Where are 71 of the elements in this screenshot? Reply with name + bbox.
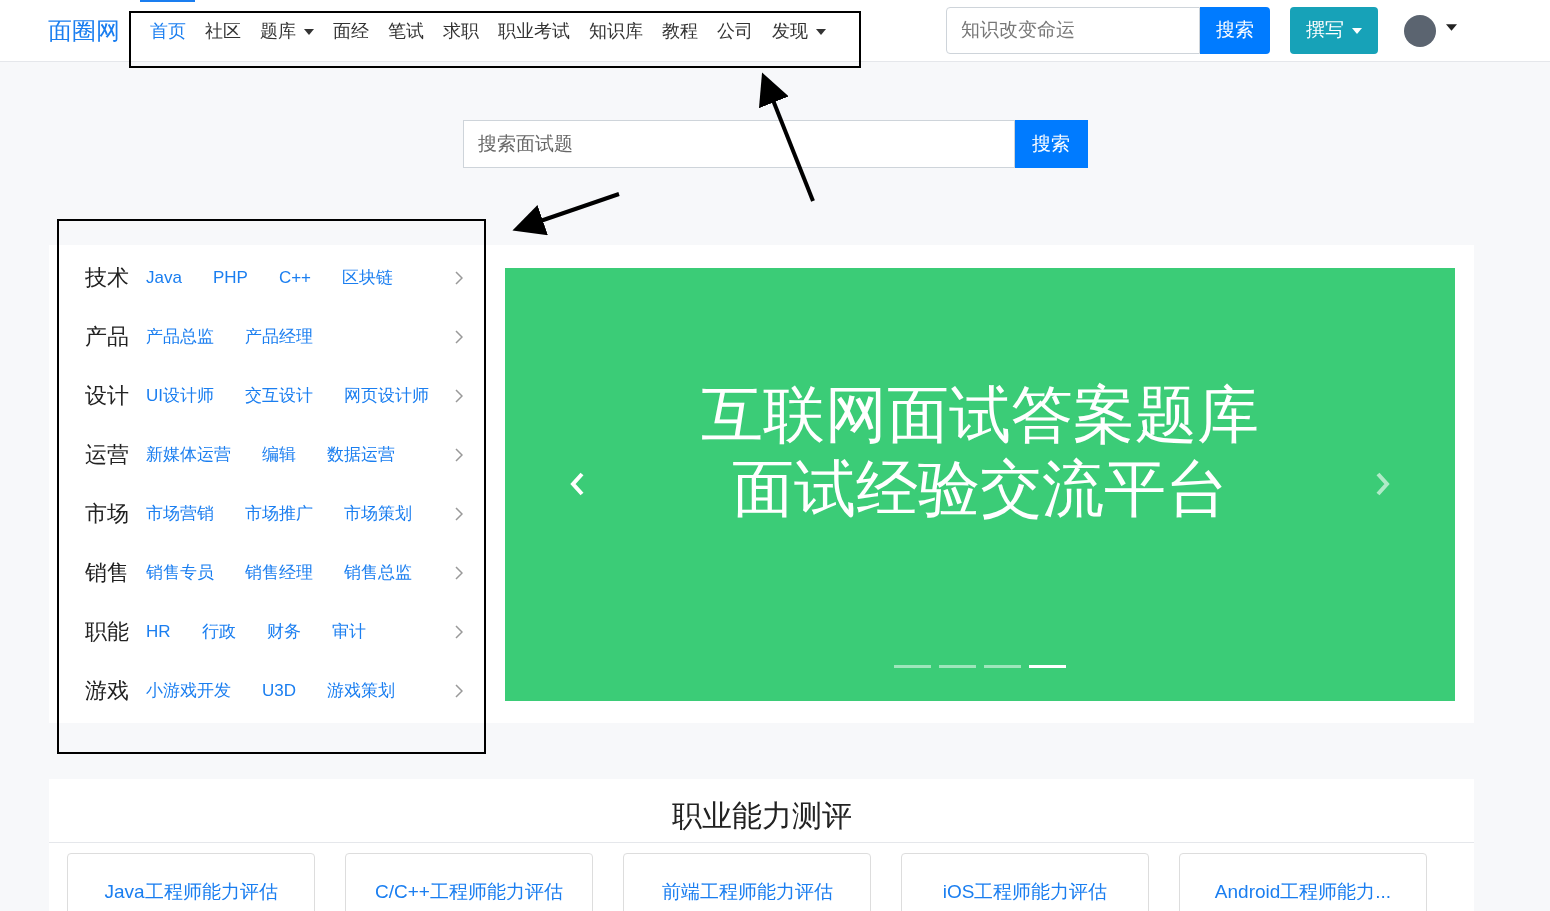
category-link[interactable]: 小游戏开发 [146, 677, 231, 704]
nav-link[interactable]: 公司 [707, 0, 762, 61]
category-link[interactable]: 行政 [201, 618, 236, 645]
category-link[interactable]: UI设计师 [146, 382, 214, 409]
chevron-right-icon[interactable] [455, 683, 463, 698]
banner-headline: 面试经验交流平台 [732, 452, 1228, 525]
category-link[interactable]: U3D [262, 677, 296, 704]
nav-link[interactable]: 首页 [140, 0, 195, 61]
caret-icon[interactable] [1446, 24, 1457, 31]
assessment-card[interactable]: iOS工程师能力评估 [901, 853, 1149, 911]
category-title: 游戏 [85, 677, 130, 705]
category-link[interactable]: 产品经理 [245, 323, 313, 350]
site-logo[interactable]: 面圈网 [48, 12, 120, 49]
category-link[interactable]: 销售总监 [344, 559, 412, 586]
search-field[interactable]: 知识改变命运 [946, 7, 1200, 54]
category-link[interactable]: 市场营销 [146, 500, 214, 527]
category-link[interactable]: 产品总监 [146, 323, 214, 350]
category-link[interactable]: 网页设计师 [344, 382, 429, 409]
nav-link[interactable]: 职业考试 [488, 0, 579, 61]
assessment-card[interactable]: C/C++工程师能力评估 [345, 853, 593, 911]
category-title: 运营 [85, 441, 130, 469]
chevron-left-icon[interactable] [569, 471, 585, 496]
nav-link[interactable]: 题库 [250, 0, 323, 61]
search-button[interactable]: 搜索 [1014, 120, 1088, 168]
category-link[interactable]: Java [146, 264, 182, 291]
avatar[interactable] [1404, 14, 1436, 47]
section-title: 职业能力测评 [671, 798, 852, 834]
caret-icon [1352, 27, 1362, 34]
search-field[interactable]: 搜索面试题 [462, 120, 1015, 168]
category-link[interactable]: HR [146, 618, 171, 645]
category-link[interactable]: 数据运营 [327, 441, 395, 468]
assessment-card[interactable]: 前端工程师能力评估 [623, 853, 871, 911]
banner-headline: 互联网面试答案题库 [701, 378, 1259, 451]
write-button[interactable]: 撰写 [1290, 7, 1378, 54]
carousel-indicator[interactable] [1029, 664, 1066, 668]
category-title: 技术 [85, 264, 130, 292]
category-link[interactable]: C++ [278, 264, 312, 291]
category-link[interactable]: 销售专员 [146, 559, 214, 586]
search-button[interactable]: 搜索 [1200, 7, 1270, 54]
chevron-right-icon[interactable] [455, 447, 463, 462]
category-link[interactable]: 新媒体运营 [146, 441, 231, 468]
category-link[interactable]: 交互设计 [245, 382, 313, 409]
nav-link[interactable]: 面经 [323, 0, 378, 61]
category-link[interactable]: 市场策划 [344, 500, 412, 527]
nav-link[interactable]: 发现 [762, 0, 835, 61]
category-link[interactable]: 区块链 [342, 264, 394, 291]
category-title: 销售 [85, 559, 130, 587]
category-link[interactable]: PHP [212, 264, 248, 291]
chevron-right-icon[interactable] [455, 624, 463, 639]
category-link[interactable]: 编辑 [262, 441, 296, 468]
category-link[interactable]: 审计 [331, 618, 366, 645]
category-title: 设计 [85, 382, 130, 410]
category-link[interactable]: 市场推广 [245, 500, 313, 527]
nav-link[interactable]: 社区 [195, 0, 250, 61]
category-link[interactable]: 财务 [266, 618, 301, 645]
nav-link[interactable]: 笔试 [378, 0, 433, 61]
category-link[interactable]: 销售经理 [245, 559, 313, 586]
assessment-card[interactable]: Android工程师能力... [1179, 853, 1427, 911]
chevron-right-icon[interactable] [455, 270, 463, 285]
chevron-right-icon[interactable] [455, 565, 463, 580]
nav-link[interactable]: 求职 [433, 0, 488, 61]
chevron-right-icon[interactable] [455, 506, 463, 521]
nav-link[interactable]: 教程 [652, 0, 707, 61]
category-link[interactable]: 游戏策划 [327, 677, 395, 704]
assessment-card[interactable]: Java工程师能力评估 [67, 853, 315, 911]
category-title: 职能 [85, 618, 130, 646]
category-title: 市场 [85, 500, 130, 528]
category-title: 产品 [85, 323, 130, 351]
chevron-right-icon[interactable] [455, 388, 463, 403]
chevron-right-icon[interactable] [455, 329, 463, 344]
nav-link[interactable]: 知识库 [579, 0, 652, 61]
